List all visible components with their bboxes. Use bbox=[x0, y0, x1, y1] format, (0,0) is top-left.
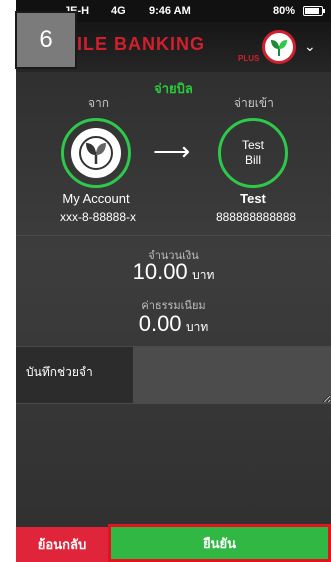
battery-icon bbox=[303, 6, 325, 16]
confirm-button[interactable]: ยืนยัน bbox=[108, 524, 331, 562]
phone-screen: JE-H 4G 9:46 AM 80% OBILE BANKING PLUS ⌄… bbox=[16, 0, 331, 562]
payee-avatar: Test Bill bbox=[218, 118, 288, 188]
page-title: จ่ายบิล bbox=[154, 81, 193, 96]
kbank-leaf-icon bbox=[71, 128, 121, 178]
battery-text: 80% bbox=[273, 5, 296, 17]
arrow-right-icon: ⟶ bbox=[153, 136, 191, 166]
payee-number: 888888888888 bbox=[215, 210, 297, 224]
clock-text: 9:46 AM bbox=[149, 5, 191, 17]
to-label: จ่ายเข้า bbox=[234, 96, 274, 110]
fee-value: 0.00 bbox=[138, 311, 182, 336]
memo-input[interactable] bbox=[133, 347, 331, 403]
payee-avatar-line2: Bill bbox=[244, 153, 261, 167]
divider bbox=[16, 235, 331, 236]
kbank-leaf-icon bbox=[262, 30, 296, 64]
chevron-down-icon[interactable]: ⌄ bbox=[304, 38, 316, 55]
memo-section: บันทึกช่วยจำ bbox=[16, 346, 331, 404]
payee-avatar-line1: Test bbox=[241, 138, 264, 152]
amount-unit: บาท bbox=[192, 268, 215, 282]
from-account-number: xxx-8-88888-x bbox=[59, 210, 137, 224]
amount-row: 10.00 บาท bbox=[16, 259, 331, 285]
from-account-name: My Account bbox=[62, 191, 130, 206]
network-text: 4G bbox=[111, 5, 126, 17]
from-label: จาก bbox=[88, 96, 110, 110]
amount-value: 10.00 bbox=[132, 259, 188, 284]
fee-unit: บาท bbox=[186, 320, 209, 334]
payee-name: Test bbox=[240, 191, 266, 206]
fee-row: 0.00 บาท bbox=[16, 311, 331, 337]
from-account-avatar bbox=[61, 118, 131, 188]
step-badge: 6 bbox=[15, 11, 77, 69]
memo-label: บันทึกช่วยจำ bbox=[26, 365, 93, 379]
brand-subtitle: PLUS bbox=[238, 54, 260, 63]
back-button[interactable]: ย้อนกลับ bbox=[16, 527, 108, 562]
